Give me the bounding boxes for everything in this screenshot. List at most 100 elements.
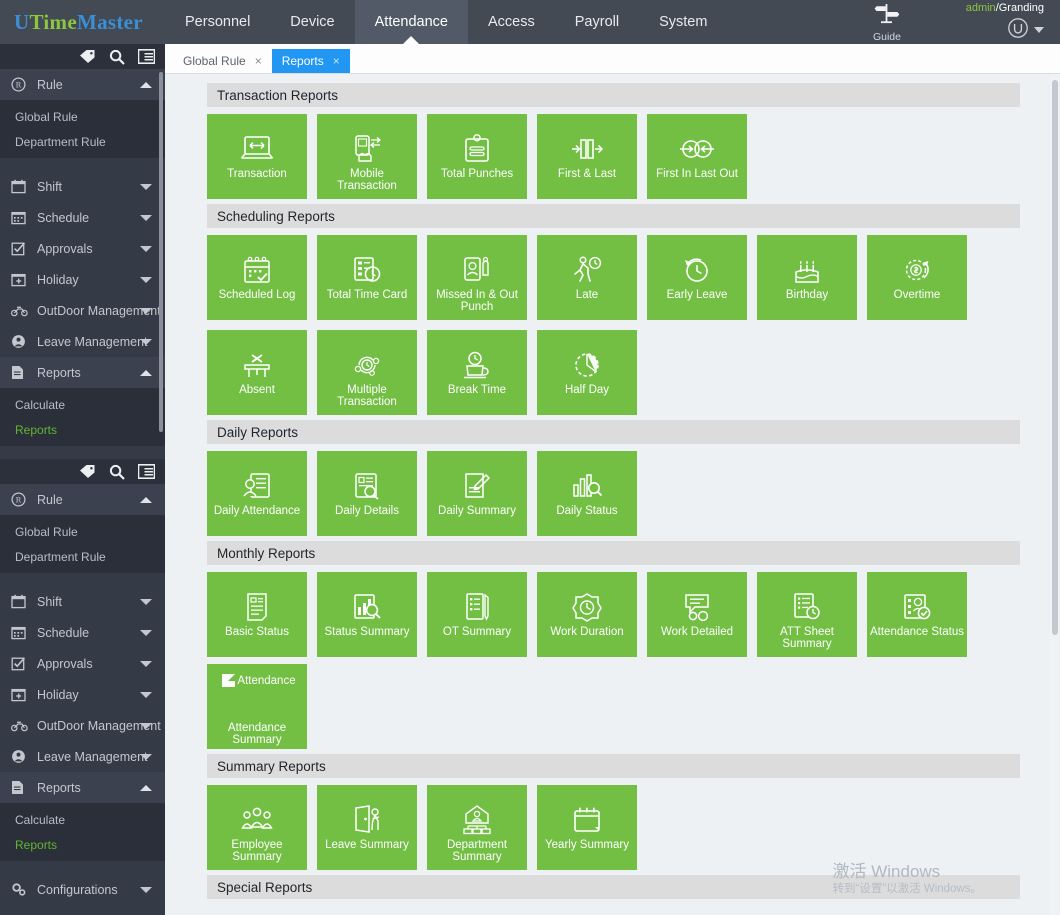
sidebar-group-outdoor-management-2[interactable]: OutDoor Management bbox=[0, 710, 165, 741]
tile-ot-summary[interactable]: OT Summary bbox=[427, 572, 527, 657]
sidebar-scrollbar-thumb[interactable] bbox=[159, 72, 163, 432]
tile-daily-summary[interactable]: Daily Summary bbox=[427, 451, 527, 536]
sidebar-group-shift[interactable]: Shift bbox=[0, 171, 165, 202]
sidebar-group-label: Schedule bbox=[37, 211, 89, 225]
tile-department-summary[interactable]: Department Summary bbox=[427, 785, 527, 870]
sidebar-item-calculate[interactable]: Calculate bbox=[0, 392, 165, 417]
tile-missed-in-and-out-punch[interactable]: Missed In & Out Punch bbox=[427, 235, 527, 320]
nav-item-device[interactable]: Device bbox=[270, 0, 354, 44]
tile-first-and-last[interactable]: First & Last bbox=[537, 114, 637, 199]
sidebar-group-rule[interactable]: R Rule bbox=[0, 69, 165, 100]
sidebar-item-global-rule[interactable]: Global Rule bbox=[0, 104, 165, 129]
content-scrollbar-thumb[interactable] bbox=[1052, 80, 1058, 635]
avatar-menu[interactable] bbox=[1007, 17, 1044, 44]
nav-item-payroll[interactable]: Payroll bbox=[555, 0, 639, 44]
nav-item-attendance[interactable]: Attendance bbox=[355, 0, 468, 44]
sidebar-spacer bbox=[0, 158, 165, 171]
sidebar-submenu-rule-2: Global Rule Department Rule bbox=[0, 515, 165, 573]
tile-yearly-summary[interactable]: Yearly Summary bbox=[537, 785, 637, 870]
guide-button[interactable]: Guide bbox=[851, 0, 923, 44]
sidebar-item-reports[interactable]: Reports bbox=[0, 417, 165, 442]
tag-icon[interactable] bbox=[79, 464, 96, 479]
tile-att-sheet-summary[interactable]: ATT Sheet Summary bbox=[757, 572, 857, 657]
tile-birthday[interactable]: Birthday bbox=[757, 235, 857, 320]
document-pen-list-icon bbox=[461, 589, 493, 625]
close-icon[interactable]: × bbox=[255, 54, 262, 68]
sidebar-group-reports[interactable]: Reports bbox=[0, 357, 165, 388]
tile-work-duration[interactable]: Work Duration bbox=[537, 572, 637, 657]
app-logo[interactable]: UTime Master bbox=[0, 0, 165, 44]
tile-status-summary[interactable]: Status Summary bbox=[317, 572, 417, 657]
tile-multiple-transaction[interactable]: Multiple Transaction bbox=[317, 330, 417, 415]
nav-item-access[interactable]: Access bbox=[468, 0, 555, 44]
in-out-door-icon bbox=[570, 131, 604, 167]
tile-daily-status[interactable]: Daily Status bbox=[537, 451, 637, 536]
sidebar-item-reports-2[interactable]: Reports bbox=[0, 832, 165, 857]
sidebar-item-department-rule[interactable]: Department Rule bbox=[0, 129, 165, 154]
tab-global-rule[interactable]: Global Rule × bbox=[173, 49, 272, 73]
sidebar-group-leave-management-2[interactable]: Leave Management bbox=[0, 741, 165, 772]
search-icon[interactable] bbox=[109, 464, 125, 480]
tab-reports[interactable]: Reports × bbox=[272, 49, 350, 73]
tile-overtime[interactable]: Overtime bbox=[867, 235, 967, 320]
collapse-menu-icon[interactable] bbox=[138, 49, 155, 64]
tag-icon[interactable] bbox=[79, 49, 96, 64]
section-title: Monthly Reports bbox=[217, 546, 315, 561]
tile-leave-summary[interactable]: Leave Summary bbox=[317, 785, 417, 870]
tile-attendance-summary[interactable]: Attendance Attendance Summary bbox=[207, 664, 307, 749]
search-icon[interactable] bbox=[109, 49, 125, 65]
sidebar-group-approvals[interactable]: Approvals bbox=[0, 233, 165, 264]
tile-basic-status[interactable]: Basic Status bbox=[207, 572, 307, 657]
registered-icon: R bbox=[11, 77, 33, 92]
tile-absent[interactable]: Absent bbox=[207, 330, 307, 415]
running-person-clock-icon bbox=[571, 252, 603, 288]
sidebar-item-department-rule-2[interactable]: Department Rule bbox=[0, 544, 165, 569]
sidebar-group-schedule[interactable]: Schedule bbox=[0, 202, 165, 233]
close-icon[interactable]: × bbox=[333, 54, 340, 68]
check-square-icon bbox=[11, 656, 33, 671]
sidebar-group-outdoor-management[interactable]: OutDoor Management bbox=[0, 295, 165, 326]
sidebar-item-global-rule-2[interactable]: Global Rule bbox=[0, 519, 165, 544]
tile-daily-attendance[interactable]: Daily Attendance bbox=[207, 451, 307, 536]
tile-attendance-status[interactable]: Attendance Status bbox=[867, 572, 967, 657]
section-header-special-reports: Special Reports bbox=[207, 875, 1020, 899]
sidebar-group-reports-2[interactable]: Reports bbox=[0, 772, 165, 803]
user-admin-label: admin bbox=[966, 2, 996, 14]
tile-total-time-card[interactable]: Total Time Card bbox=[317, 235, 417, 320]
nav-item-personnel[interactable]: Personnel bbox=[165, 0, 270, 44]
section-title: Transaction Reports bbox=[217, 88, 338, 103]
sidebar-group-holiday-2[interactable]: Holiday bbox=[0, 679, 165, 710]
sidebar-group-shift-2[interactable]: Shift bbox=[0, 586, 165, 617]
tile-label: Scheduled Log bbox=[216, 290, 299, 302]
sidebar-group-configurations[interactable]: Configurations bbox=[0, 874, 165, 905]
sidebar-group-holiday[interactable]: Holiday bbox=[0, 264, 165, 295]
tile-break-time[interactable]: Break Time bbox=[427, 330, 527, 415]
sidebar-group-leave-management[interactable]: Leave Management bbox=[0, 326, 165, 357]
collapse-menu-icon[interactable] bbox=[138, 464, 155, 479]
nav-item-system[interactable]: System bbox=[639, 0, 727, 44]
logo-part-time: Time bbox=[29, 10, 76, 35]
tile-scheduled-log[interactable]: Scheduled Log bbox=[207, 235, 307, 320]
sidebar-group-rule-2[interactable]: R Rule bbox=[0, 484, 165, 515]
tile-half-day[interactable]: Half Day bbox=[537, 330, 637, 415]
tile-transaction[interactable]: Transaction bbox=[207, 114, 307, 199]
sidebar: R Rule Global Rule Department Rule Shift… bbox=[0, 44, 165, 915]
calendar-plus-icon bbox=[11, 687, 33, 702]
sidebar-item-calculate-2[interactable]: Calculate bbox=[0, 807, 165, 832]
tile-label: OT Summary bbox=[440, 627, 514, 639]
tile-total-punches[interactable]: Total Punches bbox=[427, 114, 527, 199]
chevron-up-icon bbox=[140, 785, 152, 791]
tile-first-in-last-out[interactable]: First In Last Out bbox=[647, 114, 747, 199]
tile-late[interactable]: Late bbox=[537, 235, 637, 320]
tile-label: Late bbox=[573, 290, 601, 302]
sidebar-group-schedule-2[interactable]: Schedule bbox=[0, 617, 165, 648]
tile-work-detailed[interactable]: Work Detailed bbox=[647, 572, 747, 657]
sidebar-group-approvals-2[interactable]: Approvals bbox=[0, 648, 165, 679]
section-header-daily-reports: Daily Reports bbox=[207, 420, 1020, 444]
tile-early-leave[interactable]: Early Leave bbox=[647, 235, 747, 320]
speech-gears-icon bbox=[681, 589, 713, 625]
sidebar-group-label: Schedule bbox=[37, 626, 89, 640]
tile-daily-details[interactable]: Daily Details bbox=[317, 451, 417, 536]
tile-mobile-transaction[interactable]: Mobile Transaction bbox=[317, 114, 417, 199]
tile-employee-summary[interactable]: Employee Summary bbox=[207, 785, 307, 870]
